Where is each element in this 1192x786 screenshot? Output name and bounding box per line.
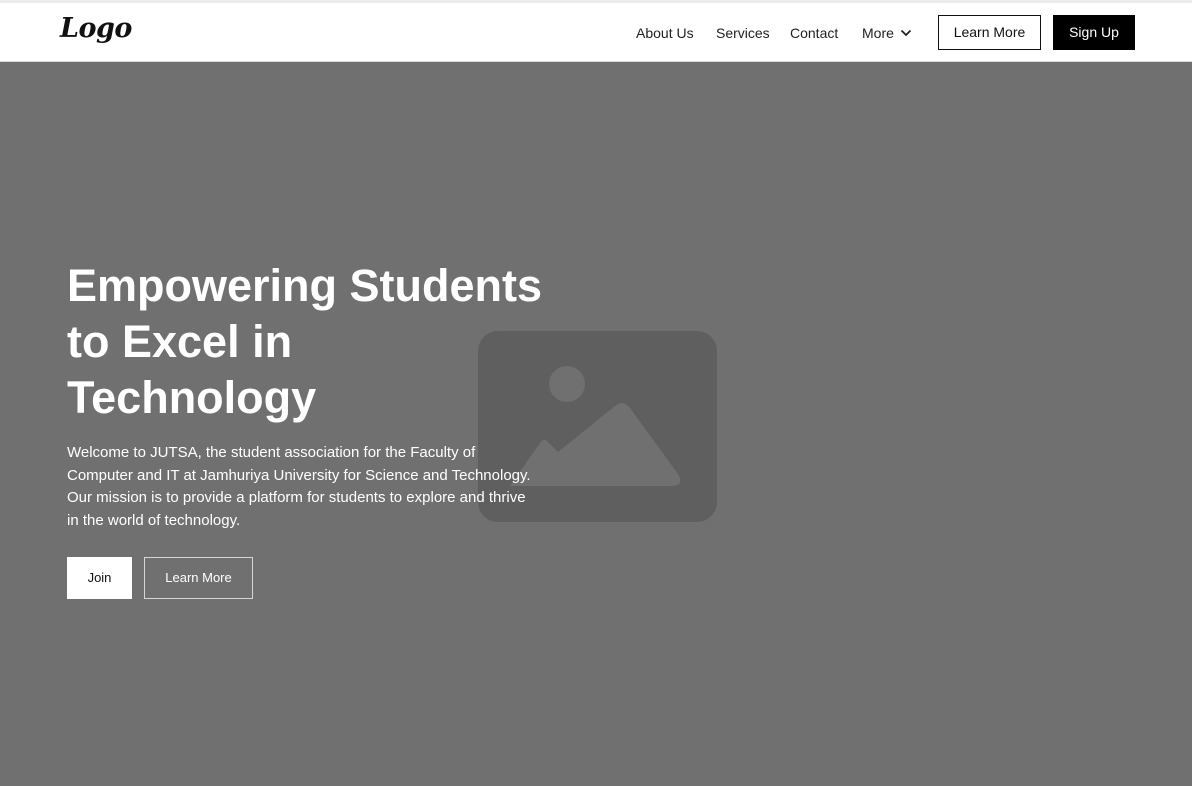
- signup-button[interactable]: Sign Up: [1053, 15, 1135, 50]
- nav-link-contact[interactable]: Contact: [790, 25, 838, 41]
- hero-learn-more-button[interactable]: Learn More: [144, 557, 253, 599]
- hero-section: Empowering Students to Excel in Technolo…: [0, 62, 1192, 786]
- nav-link-about-us[interactable]: About Us: [636, 25, 694, 41]
- header-learn-more-button[interactable]: Learn More: [938, 15, 1041, 50]
- chevron-down-icon: [900, 29, 912, 37]
- logo[interactable]: Logo: [60, 13, 132, 44]
- nav-more-label: More: [862, 25, 894, 41]
- nav-more-dropdown[interactable]: More: [862, 25, 912, 41]
- navbar: Logo About Us Services Contact More Lear…: [0, 3, 1192, 62]
- join-button[interactable]: Join: [67, 557, 132, 599]
- hero-description: Welcome to JUTSA, the student associatio…: [67, 444, 531, 529]
- hero-headline: Empowering Students to Excel in Technolo…: [67, 260, 543, 423]
- nav-link-services[interactable]: Services: [716, 25, 770, 41]
